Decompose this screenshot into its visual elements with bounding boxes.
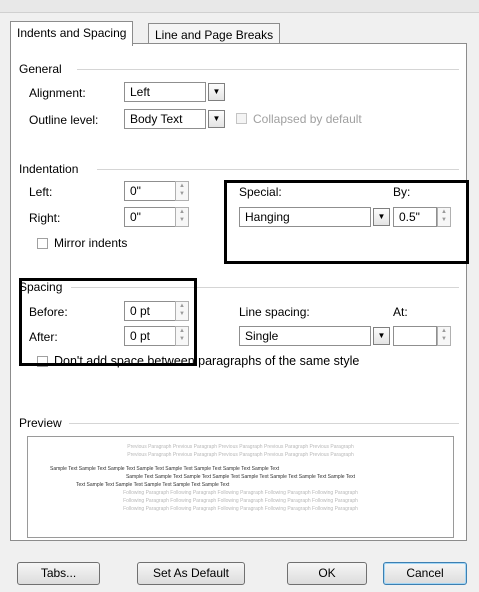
line-spacing-select[interactable]: Single — [239, 326, 371, 346]
chevron-down-icon: ▼ — [212, 114, 221, 123]
alignment-label: Alignment: — [29, 86, 86, 100]
alignment-dropdown-button[interactable]: ▼ — [208, 83, 225, 101]
preview-heading: Preview — [19, 416, 62, 430]
right-indent-label: Right: — [29, 211, 61, 225]
cancel-button[interactable]: Cancel — [383, 562, 467, 585]
alignment-select[interactable]: Left — [124, 82, 206, 102]
left-indent-label: Left: — [29, 185, 53, 199]
right-indent-spinner[interactable]: ▲ ▼ — [175, 207, 189, 227]
chevron-down-icon: ▼ — [377, 331, 386, 340]
spin-down-icon: ▼ — [179, 217, 185, 223]
preview-box: Previous Paragraph Previous Paragraph Pr… — [27, 436, 454, 538]
line-spacing-dropdown-button[interactable]: ▼ — [373, 327, 390, 345]
left-indent-field[interactable]: 0" — [124, 181, 177, 201]
preview-sample-line: Text Sample Text Sample Text Sample Text… — [76, 482, 230, 488]
preview-following-line: Following Paragraph Following Paragraph … — [123, 506, 358, 512]
preview-sample-line: Sample Text Sample Text Sample Text Samp… — [125, 474, 356, 480]
preview-previous-line: Previous Paragraph Previous Paragraph Pr… — [127, 444, 354, 450]
left-indent-spinner[interactable]: ▲ ▼ — [175, 181, 189, 201]
highlight-box-special — [224, 180, 469, 264]
line-spacing-label: Line spacing: — [239, 305, 310, 319]
preview-previous-line: Previous Paragraph Previous Paragraph Pr… — [127, 452, 354, 458]
preview-sample-line: Sample Text Sample Text Sample Text Samp… — [50, 466, 280, 472]
spin-down-icon: ▼ — [179, 191, 185, 197]
at-spinner[interactable]: ▲ ▼ — [437, 326, 451, 346]
mirror-indents-checkbox[interactable] — [37, 238, 48, 249]
ok-button[interactable]: OK — [287, 562, 367, 585]
collapsed-by-default-label: Collapsed by default — [253, 112, 362, 126]
preview-following-line: Following Paragraph Following Paragraph … — [123, 498, 358, 504]
at-label: At: — [393, 305, 408, 319]
chevron-down-icon: ▼ — [212, 87, 221, 96]
preview-following-line: Following Paragraph Following Paragraph … — [123, 490, 358, 496]
spin-down-icon: ▼ — [441, 336, 447, 342]
collapsed-by-default-checkbox[interactable] — [236, 113, 247, 124]
tab-indents-and-spacing[interactable]: Indents and Spacing — [10, 21, 134, 46]
right-indent-field[interactable]: 0" — [124, 207, 177, 227]
general-heading: General — [19, 62, 62, 76]
indentation-heading: Indentation — [19, 162, 79, 176]
outline-level-label: Outline level: — [29, 113, 99, 127]
highlight-box-spacing — [19, 278, 197, 366]
set-as-default-button[interactable]: Set As Default — [137, 562, 245, 585]
at-field[interactable] — [393, 326, 437, 346]
mirror-indents-label: Mirror indents — [54, 236, 128, 250]
title-bar-remnant — [0, 0, 479, 13]
spin-up-icon: ▲ — [441, 328, 447, 334]
preview-divider — [69, 423, 459, 424]
outline-level-select[interactable]: Body Text — [124, 109, 206, 129]
spin-up-icon: ▲ — [179, 183, 185, 189]
tabs-button[interactable]: Tabs... — [17, 562, 100, 585]
outline-level-dropdown-button[interactable]: ▼ — [208, 110, 225, 128]
indentation-divider — [97, 169, 459, 170]
spin-up-icon: ▲ — [179, 209, 185, 215]
general-divider — [77, 69, 459, 70]
